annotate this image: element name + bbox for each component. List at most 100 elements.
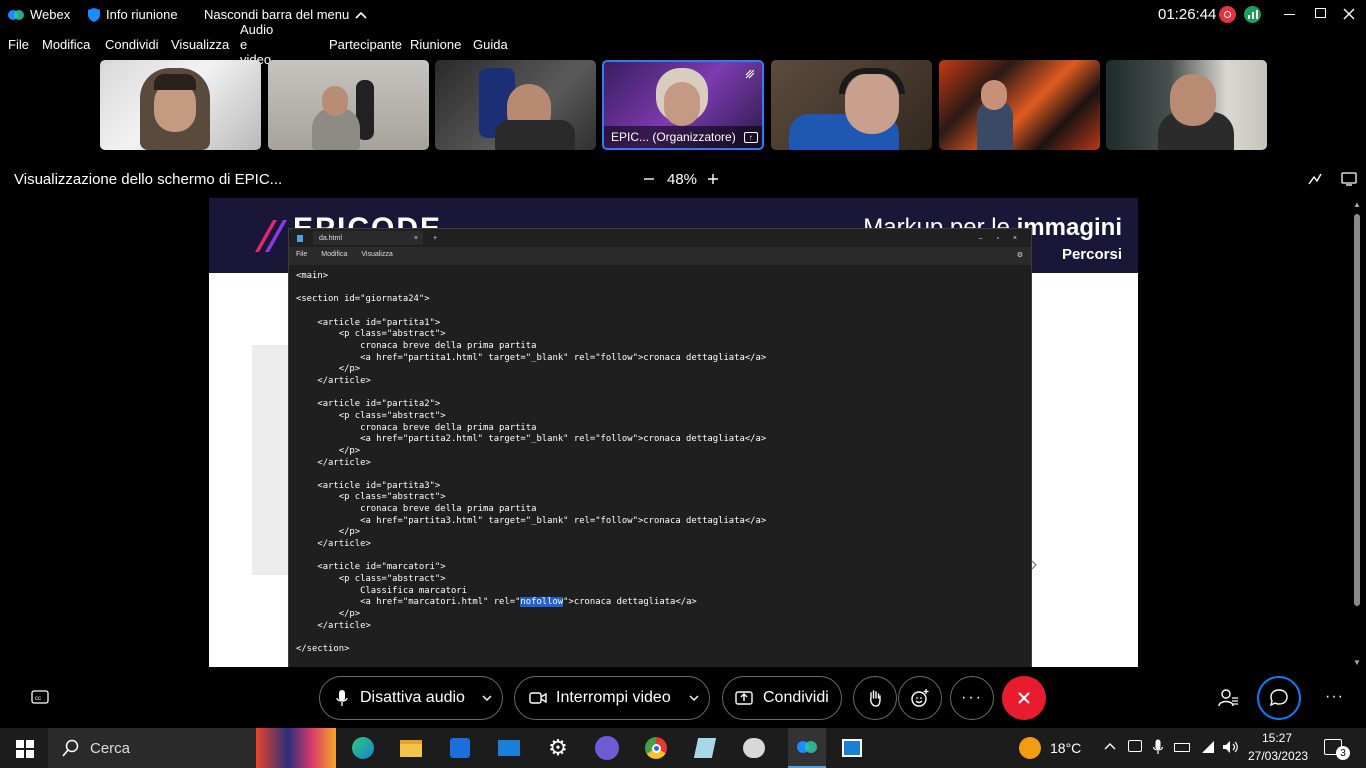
code-text-before: <main> <section id="giornata24"> <articl… [296,271,767,608]
stop-video-label: Interrompi video [556,689,671,706]
store-icon[interactable] [445,733,475,763]
participant-video-tile[interactable] [771,60,932,150]
editor-tab[interactable]: da.html × [313,231,423,245]
svg-text:cc: cc [35,696,41,702]
mail-icon[interactable] [494,733,524,763]
mute-label: Disattiva audio [360,689,465,706]
menu-partecipante[interactable]: Partecipante [329,37,402,52]
hand-icon [870,690,881,707]
editor-menu-bar: File Modifica Visualizza ⚙ [289,247,1031,262]
x-icon [1018,692,1030,704]
restore-icon[interactable] [1315,8,1326,18]
menu-riunione[interactable]: Riunione [410,37,461,52]
new-tab-icon[interactable]: + [433,235,437,242]
hide-menu-button[interactable]: Nascondi barra del menu [204,7,367,22]
taskbar-search-box[interactable]: Cerca [48,728,256,768]
meeting-info-button[interactable]: Info riunione [88,7,178,22]
tab-close-icon[interactable]: × [414,235,418,242]
reactions-button[interactable] [898,676,942,720]
search-icon [62,739,79,757]
camera-icon [529,692,547,704]
wifi-icon[interactable] [1200,740,1216,754]
editor-menu-file[interactable]: File [296,251,307,258]
share-header: Visualizzazione dello schermo di EPIC...… [0,162,1366,196]
notepad-taskbar-icon[interactable] [837,733,867,763]
windows-start-icon[interactable] [16,740,34,758]
participants-icon[interactable] [1217,688,1239,708]
code-selection: nofollow [520,597,564,608]
close-icon[interactable] [1343,8,1355,20]
participant-video-tile[interactable] [939,60,1100,150]
webex-taskbar-icon[interactable] [788,728,826,768]
hide-menu-label: Nascondi barra del menu [204,7,350,22]
participant-video-tile[interactable] [1106,60,1267,150]
app-brand: Webex [8,7,70,22]
notepad-app-icon [297,234,303,242]
raise-hand-button[interactable] [853,676,897,720]
share-scrollbar[interactable]: ▲ ▼ [1352,200,1362,667]
clock-time[interactable]: 15:27 [1262,731,1292,745]
scrollbar-thumb[interactable] [1354,214,1360,606]
chevron-down-icon[interactable] [689,695,699,701]
participant-video-tile[interactable] [435,60,596,150]
volume-icon[interactable] [1222,740,1240,754]
participant-video-tile[interactable] [268,60,429,150]
search-placeholder: Cerca [90,739,131,757]
search-highlight-image [256,728,336,768]
chevron-down-icon[interactable] [482,695,492,701]
clock-date[interactable]: 27/03/2023 [1248,749,1308,763]
editor-settings-icon[interactable]: ⚙ [1017,251,1023,259]
stop-video-button[interactable]: Interrompi video [514,676,710,720]
host-name-badge: EPIC... (Organizzatore) ↑ [604,126,762,148]
battery-icon[interactable] [1174,743,1190,752]
editor-tab-name: da.html [319,234,342,242]
minimize-icon[interactable] [1284,14,1295,15]
shield-icon [88,7,100,22]
annotate-icon[interactable] [1308,172,1322,186]
settings-icon[interactable]: ⚙ [543,733,573,763]
share-view-icon[interactable] [1341,172,1357,186]
zoom-in-icon[interactable] [707,173,719,185]
menu-guida[interactable]: Guida [473,37,508,52]
menu-condividi[interactable]: Condividi [105,37,158,52]
more-icon: ··· [961,689,983,706]
share-screen-icon [735,691,753,705]
more-options-button[interactable]: ··· [950,676,994,720]
mute-button[interactable]: Disattiva audio [319,676,503,720]
chat-button[interactable] [1257,676,1301,720]
tray-overflow-icon[interactable] [1104,742,1116,750]
leave-meeting-button[interactable] [1002,676,1046,720]
app-name: Webex [30,7,71,22]
recording-icon [1219,6,1236,23]
captions-icon[interactable]: cc [31,690,49,704]
microphone-tray-icon[interactable] [1153,739,1163,755]
editor-menu-visualizza[interactable]: Visualizza [361,251,392,258]
slide-subheading: Percorsi [1061,246,1122,263]
code-editor[interactable]: <main> <section id="giornata24"> <articl… [289,265,1031,667]
zoom-out-icon[interactable] [643,173,655,185]
editor-tab-bar: da.html × + – ▫ × [289,229,1031,247]
share-button[interactable]: Condividi [722,676,842,720]
discord-icon[interactable] [592,733,622,763]
file-explorer-icon[interactable] [396,733,426,763]
editor-menu-modifica[interactable]: Modifica [321,251,347,258]
weather-icon[interactable] [1019,737,1041,759]
host-video-tile[interactable]: EPIC... (Organizzatore) ↑ [602,60,764,150]
more-panels-icon[interactable]: ··· [1325,688,1344,706]
window-controls[interactable]: – ▫ × [979,235,1023,242]
notepad-window[interactable]: da.html × + – ▫ × File Modifica Visualiz… [288,228,1032,667]
stats-icon[interactable] [1244,6,1261,23]
meeting-info-label: Info riunione [106,7,178,22]
menu-modifica[interactable]: Modifica [42,37,90,52]
microphone-icon [336,690,348,706]
paint-icon[interactable] [739,733,769,763]
pin-icon [745,69,755,79]
menu-file[interactable]: File [8,37,29,52]
camera-tray-icon[interactable] [1128,740,1142,752]
participant-video-tile[interactable] [100,60,261,150]
notes-icon[interactable] [690,733,720,763]
edge-icon[interactable] [348,733,378,763]
weather-temp[interactable]: 18°C [1050,740,1081,756]
menu-visualizza[interactable]: Visualizza [171,37,229,52]
chrome-icon[interactable] [641,733,671,763]
